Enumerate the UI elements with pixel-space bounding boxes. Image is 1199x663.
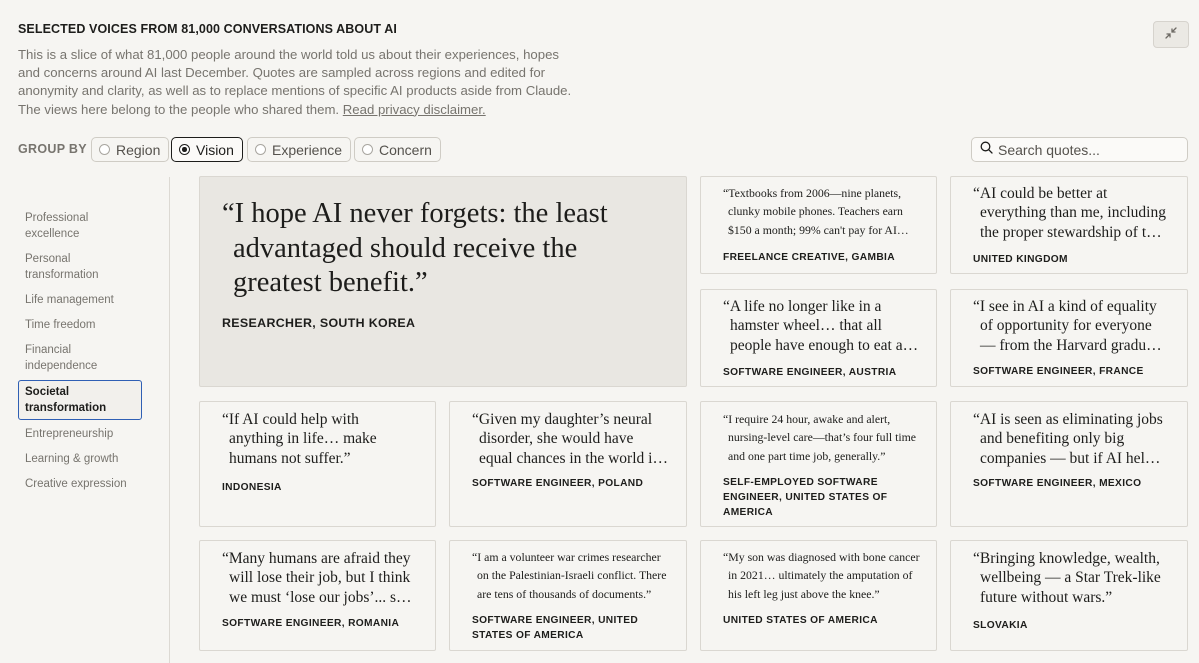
vision-sidebar: Professional excellence Personal transfo… [18,207,142,498]
quote-text: “AI is seen as eliminating jobs and bene… [973,411,1163,467]
quote-card[interactable]: “My son was diagnosed with bone cancer i… [700,540,937,651]
group-by-region-label: Region [116,141,161,158]
group-by-experience[interactable]: Experience [247,137,352,162]
quote-attribution: RESEARCHER, SOUTH KOREA [222,316,416,330]
sidebar-item-learning-growth[interactable]: Learning & growth [18,448,142,470]
quote-text: “My son was diagnosed with bone cancer i… [723,550,920,601]
quote-card[interactable]: “AI could be better at everything than m… [950,176,1188,274]
radio-selected-icon [179,144,190,155]
group-by-concern[interactable]: Concern [354,137,441,162]
quote-card[interactable]: “AI is seen as eliminating jobs and bene… [950,401,1188,527]
sidebar-item-time-freedom[interactable]: Time freedom [18,314,142,336]
collapse-icon [1165,26,1177,44]
quote-card[interactable]: “If AI could help with anything in life…… [199,401,436,527]
search-input[interactable] [998,141,1178,158]
radio-icon [99,144,110,155]
group-by-vision-label: Vision [196,141,234,158]
group-by-vision[interactable]: Vision [171,137,243,162]
quote-text: “I require 24 hour, awake and alert, nur… [723,412,917,463]
privacy-disclaimer-link[interactable]: Read privacy disclaimer. [343,102,486,117]
quote-attribution: SELF-EMPLOYED SOFTWARE ENGINEER, UNITED … [723,477,888,518]
quote-attribution: UNITED STATES OF AMERICA [723,615,878,626]
quote-card[interactable]: “Many humans are afraid they will lose t… [199,540,436,651]
radio-icon [362,144,373,155]
quote-card[interactable]: “Bringing knowledge, wealth, wellbeing —… [950,540,1188,651]
group-by-region[interactable]: Region [91,137,170,162]
sidebar-item-creative-expression[interactable]: Creative expression [18,473,142,495]
quote-card[interactable]: “I require 24 hour, awake and alert, nur… [700,401,937,527]
quote-attribution: SOFTWARE ENGINEER, AUSTRIA [723,367,897,378]
quote-text: “I hope AI never forgets: the least adva… [222,198,608,298]
quote-attribution: SOFTWARE ENGINEER, ROMANIA [222,618,400,629]
quote-attribution: SLOVAKIA [973,620,1028,631]
quote-card[interactable]: “Given my daughter’s neural disorder, sh… [449,401,687,527]
quote-attribution: SOFTWARE ENGINEER, MEXICO [973,478,1142,489]
quote-attribution: INDONESIA [222,482,282,493]
group-by-concern-label: Concern [379,141,432,158]
sidebar-item-professional-excellence[interactable]: Professional excellence [18,207,142,245]
quote-card[interactable]: “I see in AI a kind of equality of oppor… [950,289,1188,387]
quote-attribution: UNITED KINGDOM [973,254,1068,265]
quote-text: “Textbooks from 2006—nine planets, clunk… [723,186,903,237]
search-icon [980,141,993,159]
group-by-label: GROUP BY [18,142,87,156]
quote-text: “Given my daughter’s neural disorder, sh… [472,411,658,467]
group-by-experience-label: Experience [272,141,343,158]
featured-quote-card[interactable]: “I hope AI never forgets: the least adva… [199,176,687,387]
radio-icon [255,144,266,155]
intro-text: This is a slice of what 81,000 people ar… [18,47,572,117]
quote-attribution: SOFTWARE ENGINEER, FRANCE [973,366,1144,377]
sidebar-item-life-management[interactable]: Life management [18,289,142,311]
page-title: SELECTED VOICES FROM 81,000 CONVERSATION… [18,22,397,36]
intro-paragraph: This is a slice of what 81,000 people ar… [18,46,578,119]
sidebar-item-societal-transformation[interactable]: Societal transformation [18,380,142,420]
quote-card[interactable]: “A life no longer like in a hamster whee… [700,289,937,387]
sidebar-divider [169,177,170,663]
quote-text: “A life no longer like in a hamster whee… [723,298,919,354]
quote-text: “I am a volunteer war crimes researcher … [472,550,667,601]
quote-attribution: SOFTWARE ENGINEER, UNITED STATES OF AMER… [472,615,639,641]
quote-text: “AI could be better at everything than m… [973,185,1166,241]
quote-attribution: FREELANCE CREATIVE, GAMBIA [723,252,895,263]
sidebar-item-financial-independence[interactable]: Financial independence [18,339,142,377]
sidebar-item-entrepreneurship[interactable]: Entrepreneurship [18,423,142,445]
quote-text: “Bringing knowledge, wealth, wellbeing —… [973,550,1161,606]
collapse-button[interactable] [1153,21,1189,48]
search-box[interactable] [971,137,1188,162]
quote-text: “I see in AI a kind of equality of oppor… [973,298,1165,354]
quote-text: “Many humans are afraid they will lose t… [222,550,411,606]
sidebar-item-personal-transformation[interactable]: Personal transformation [18,248,142,286]
quote-card[interactable]: “I am a volunteer war crimes researcher … [449,540,687,651]
quote-attribution: SOFTWARE ENGINEER, POLAND [472,478,644,489]
quote-card[interactable]: “Textbooks from 2006—nine planets, clunk… [700,176,937,274]
quote-text: “If AI could help with anything in life…… [222,411,377,467]
